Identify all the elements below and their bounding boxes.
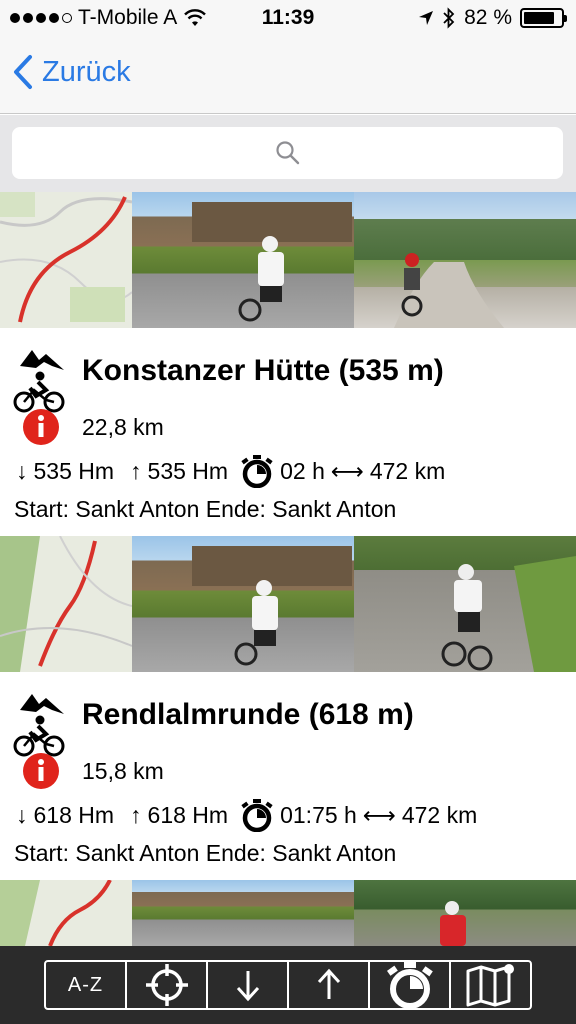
tour-photo [132, 880, 354, 946]
location-arrow-icon [419, 11, 434, 25]
distance-range-icon: ⟷ [362, 801, 396, 828]
tour-distance: 15,8 km [82, 758, 164, 784]
distance-range-icon: ⟷ [330, 457, 364, 484]
battery-percent: 82 % [464, 6, 512, 29]
arrow-down-icon: ↓ [16, 457, 28, 484]
status-right-group: 82 % [418, 6, 567, 30]
route-map-thumbnail [0, 192, 132, 328]
tour-photo [132, 536, 354, 672]
sort-az-button[interactable]: A-Z [46, 962, 127, 1008]
tour-start-end: Start: Sankt Anton Ende: Sankt Anton [14, 840, 397, 866]
info-icon[interactable] [22, 752, 60, 795]
bluetooth-icon [443, 7, 455, 29]
length-value: 472 km [401, 801, 478, 828]
descent-value: 535 Hm [33, 457, 115, 484]
tour-start-end: Start: Sankt Anton Ende: Sankt Anton [14, 496, 397, 522]
route-map-thumbnail [0, 880, 132, 946]
tour-stats: ↓ 618 Hm ↑ 618 Hm 01:75 h ⟷ 472 km [16, 798, 477, 832]
search-input[interactable] [12, 127, 563, 179]
back-button[interactable]: Zurück [12, 54, 131, 90]
stopwatch-icon [241, 799, 273, 832]
sort-duration-button[interactable] [370, 962, 451, 1009]
search-icon [275, 141, 299, 165]
segmented-control: A-Z [44, 960, 532, 1010]
tour-list-item[interactable]: Konstanzer Hütte (535 m) 22,8 km ↓ 535 H… [0, 328, 576, 536]
crosshair-icon [145, 964, 188, 1006]
arrow-up-icon: ↑ [130, 457, 142, 484]
duration-value: 01:75 h [280, 801, 357, 828]
arrow-up-icon [317, 968, 340, 999]
tour-image-strip[interactable] [0, 880, 576, 946]
tour-photo [354, 192, 576, 328]
ascent-value: 535 Hm [147, 457, 229, 484]
locate-button[interactable] [127, 962, 208, 1008]
tour-photo [354, 880, 576, 946]
search-bar [0, 115, 576, 192]
status-bar: T-Mobile A 11:39 82 % [0, 0, 576, 36]
tour-photo [354, 536, 576, 672]
route-map-thumbnail [0, 536, 132, 672]
tour-distance: 22,8 km [82, 414, 164, 440]
duration-value: 02 h [280, 457, 325, 484]
battery-icon [520, 8, 567, 28]
arrow-down-icon [236, 971, 259, 1002]
chevron-left-icon [14, 55, 32, 89]
tour-image-strip[interactable] [0, 192, 576, 328]
stopwatch-icon [386, 962, 433, 1009]
tour-image-strip[interactable] [0, 536, 576, 672]
stopwatch-icon [241, 455, 273, 488]
navigation-bar: Zurück [0, 36, 576, 114]
tour-photo [132, 192, 354, 328]
back-label: Zurück [42, 55, 131, 88]
arrow-up-icon: ↑ [130, 801, 142, 828]
length-value: 472 km [369, 457, 446, 484]
bottom-toolbar: A-Z [0, 946, 576, 1024]
tour-stats: ↓ 535 Hm ↑ 535 Hm 02 h ⟷ 472 km [16, 454, 445, 488]
map-icon [466, 964, 514, 1007]
descent-value: 618 Hm [33, 801, 115, 828]
info-icon[interactable] [22, 408, 60, 451]
tour-title: Rendlalmrunde (618 m) [82, 698, 414, 731]
ascent-value: 618 Hm [147, 801, 229, 828]
sort-ascent-button[interactable] [289, 962, 370, 1008]
tour-list-item[interactable]: Rendlalmrunde (618 m) 15,8 km ↓ 618 Hm ↑… [0, 672, 576, 880]
map-button[interactable] [451, 962, 530, 1008]
sort-descent-button[interactable] [208, 962, 289, 1008]
tour-title: Konstanzer Hütte (535 m) [82, 354, 444, 387]
arrow-down-icon: ↓ [16, 801, 28, 828]
